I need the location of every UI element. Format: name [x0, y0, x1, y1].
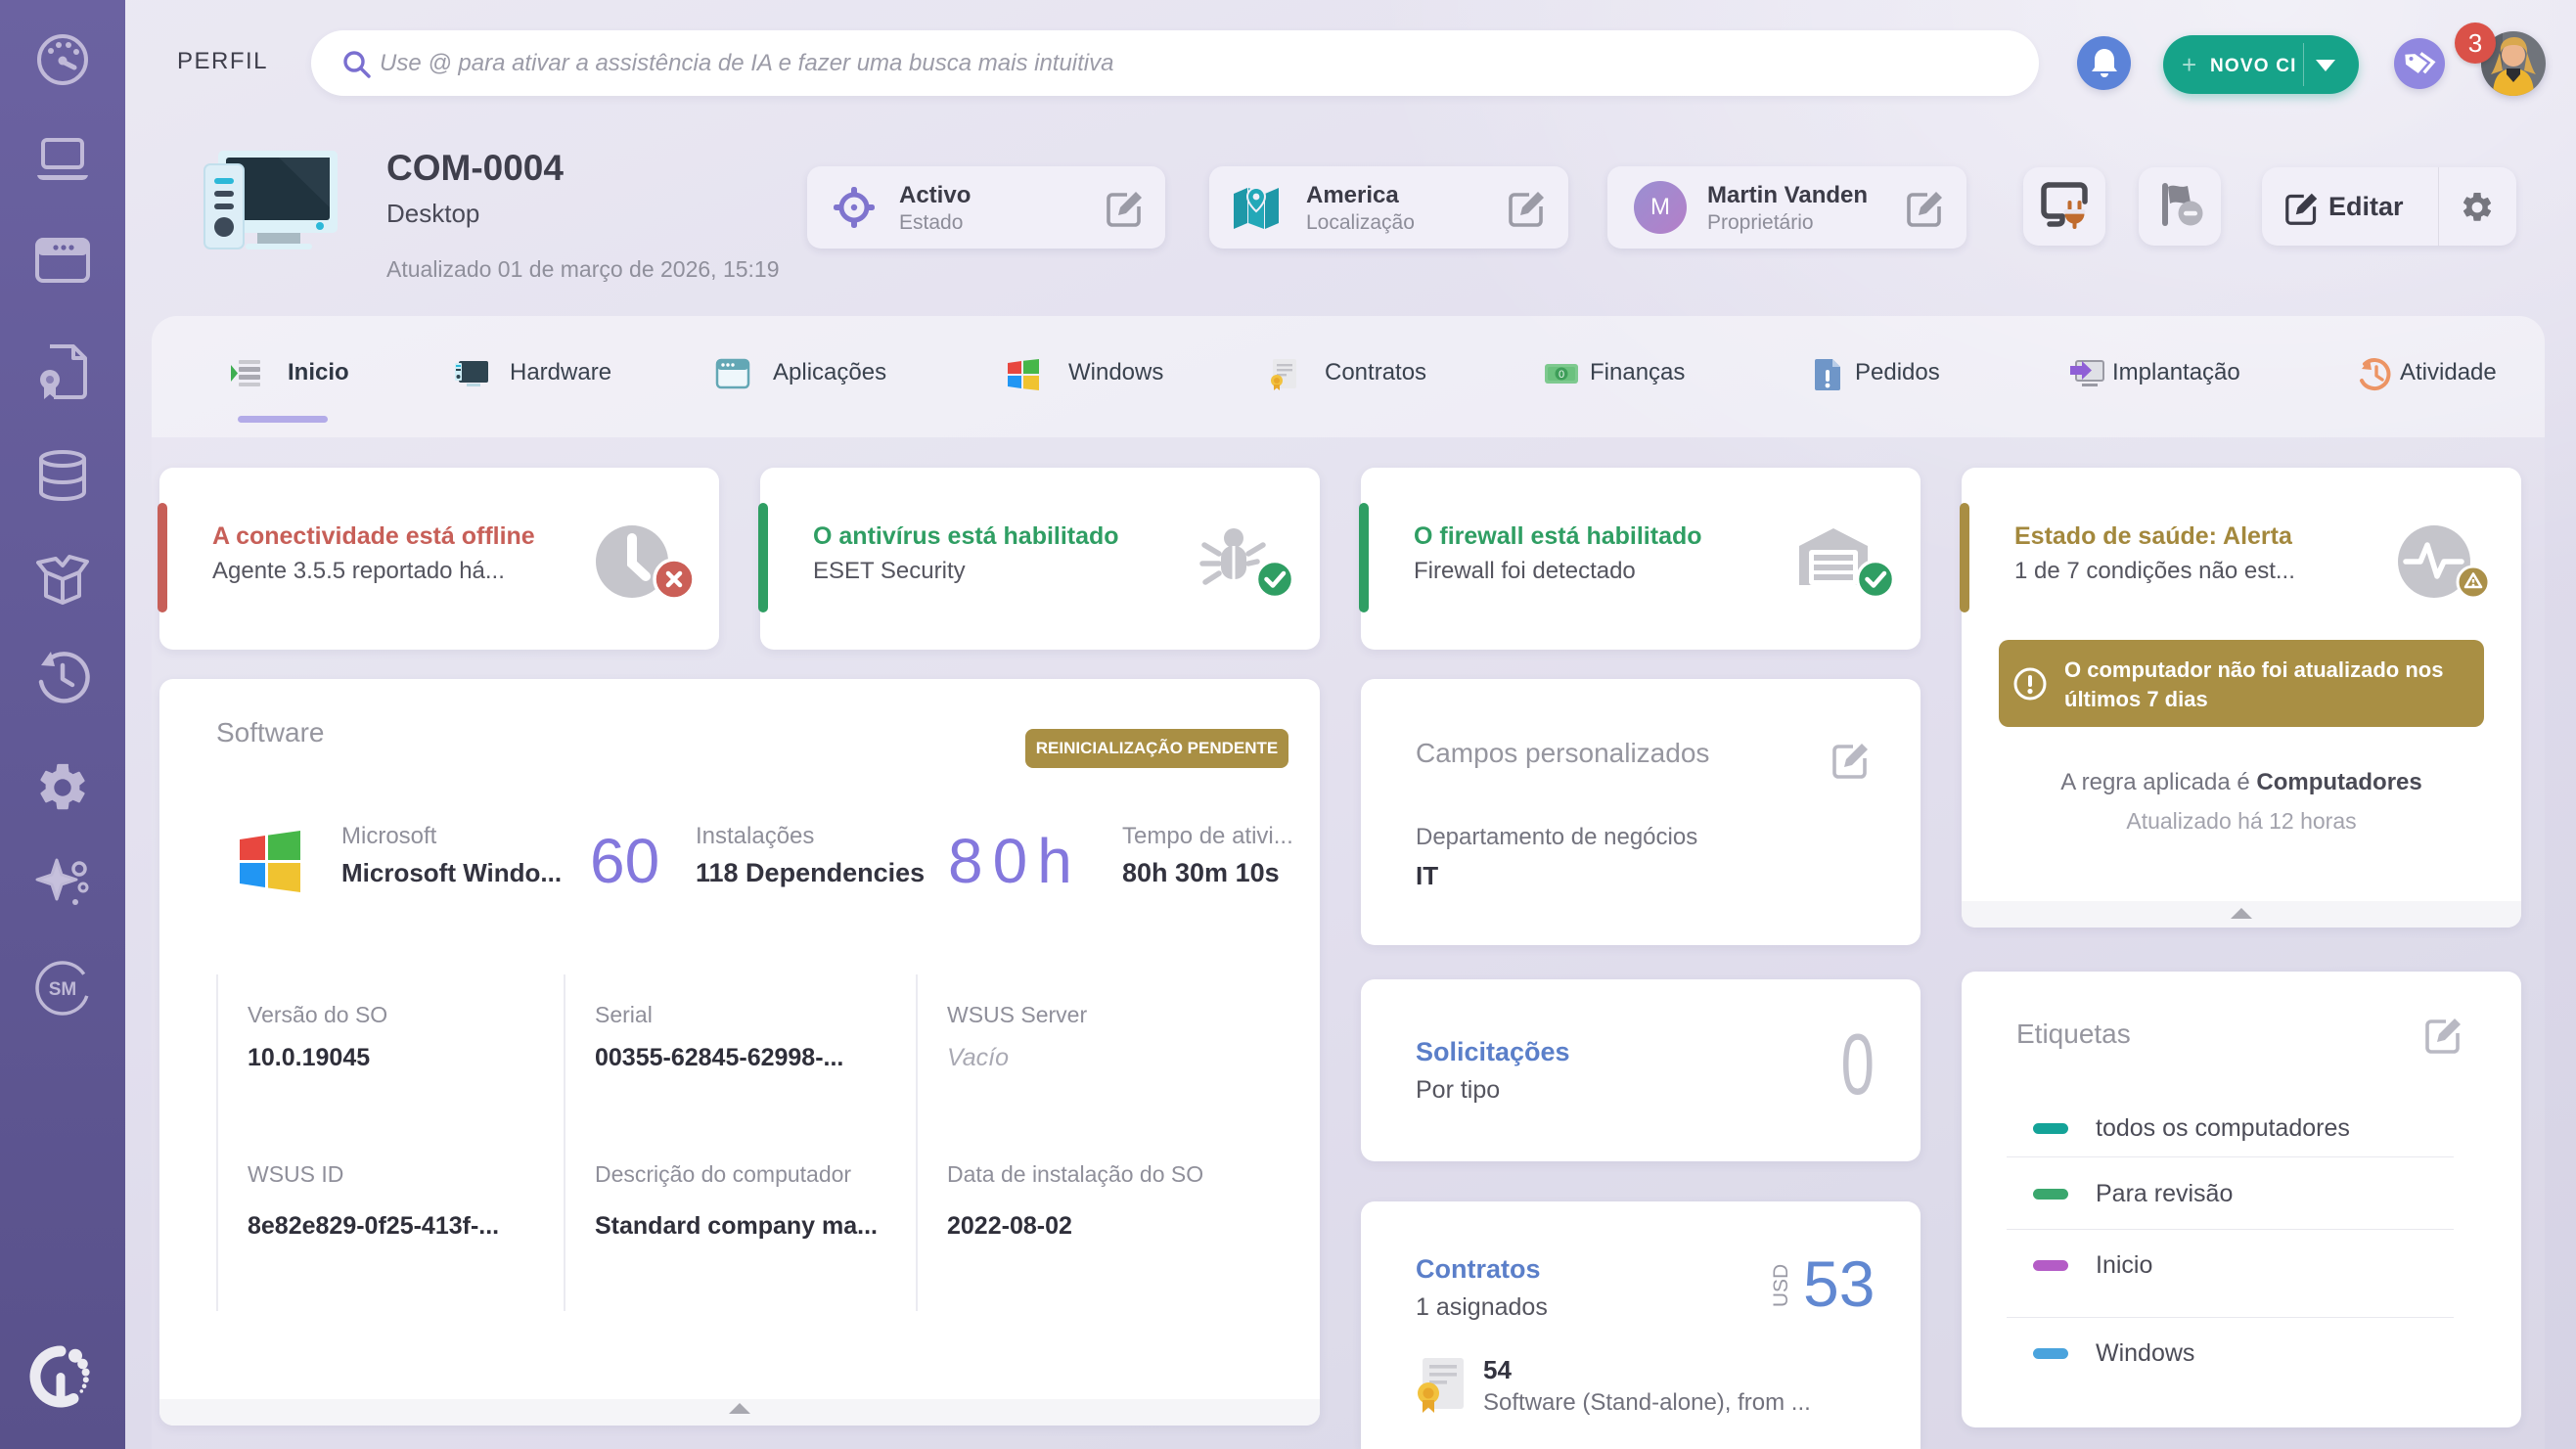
svg-text:0: 0: [1559, 369, 1564, 381]
svg-text:SM: SM: [49, 979, 77, 1000]
